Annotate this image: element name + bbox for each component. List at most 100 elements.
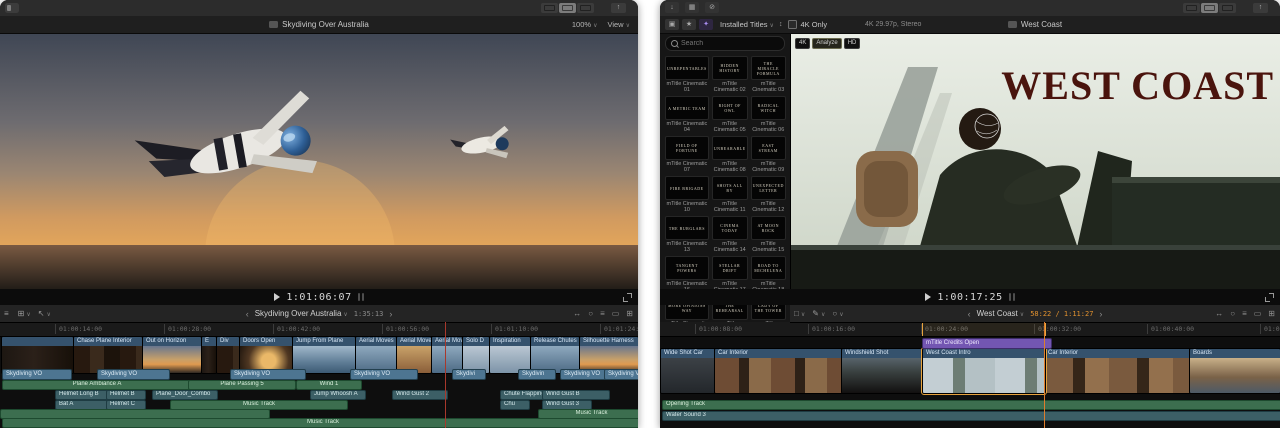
title-preset-cell[interactable]: TANGENT POWERS mTitle Cinematic 16	[665, 256, 709, 293]
next-project-button[interactable]: ›	[389, 309, 392, 319]
title-preset-thumbnail: UNREPENTABLES	[665, 56, 709, 80]
timeline-option-icon[interactable]: ⊞	[626, 309, 633, 318]
fullscreen-icon[interactable]	[1265, 293, 1274, 302]
layout-browser-button[interactable]	[541, 3, 558, 13]
viewer-timecode: 1:00:17:25	[937, 292, 1002, 303]
layout-viewer-button[interactable]	[1201, 3, 1218, 13]
viewer-timecode: 1:01:06:07	[286, 292, 351, 303]
audio-clip[interactable]: Opening Track	[662, 400, 1280, 410]
audio-clip[interactable]: Wind Gust 2	[392, 390, 448, 400]
title-preset-cell[interactable]: FIRE BRIGADE mTitle Cinematic 10	[665, 176, 709, 213]
title-preset-cell[interactable]: THE MIRACLE FORMULA mTitle Cinematic 03	[751, 56, 786, 93]
title-preset-cell[interactable]: THE BURGLARS mTitle Cinematic 13	[665, 216, 709, 253]
layout-inspector-button[interactable]	[1219, 3, 1236, 13]
layout-inspector-button[interactable]	[577, 3, 594, 13]
right-transport-bar: 1:00:17:25	[660, 289, 1280, 305]
audio-clip[interactable]: Water Sound 3	[662, 411, 1280, 421]
right-timeline-toolbar: □∨✎∨○∨ ‹ West Coast∨ 58:22 / 1:11:27 › ↔…	[790, 305, 1280, 323]
timeline-option-icon[interactable]: ↔	[1215, 309, 1223, 318]
right-header-row: ▣ ★ ✦ Installed Titles∨ ↕ 4K Only 4K 29.…	[660, 16, 1280, 34]
title-preset-thumbnail: EAST STREAM	[751, 136, 786, 160]
title-preset-cell[interactable]: HIDDEN HISTORY mTitle Cinematic 02	[712, 56, 748, 93]
titles-sidebar: UNREPENTABLES mTitle Cinematic 01 HIDDEN…	[660, 33, 791, 322]
audio-clip[interactable]: Chu	[500, 400, 530, 410]
timeline-option-icon[interactable]: ▭	[612, 309, 620, 318]
prev-project-button[interactable]: ‹	[968, 309, 971, 319]
audio-clip[interactable]: Wind 1	[296, 380, 362, 390]
audio-clip[interactable]: Plane_Door_Combo	[152, 390, 218, 400]
title-preset-cell[interactable]: FIELD OF FORTUNE mTitle Cinematic 07	[665, 136, 709, 173]
audio-clip[interactable]: Helmet B	[106, 390, 146, 400]
title-preset-thumbnail: ROAD TO MICHELENA	[751, 256, 786, 280]
timeline-option-icon[interactable]: ○	[588, 309, 593, 318]
timeline-option-icon[interactable]: ↔	[573, 309, 581, 318]
title-preset-caption: mTitle Cinematic 11	[712, 201, 748, 213]
next-project-button[interactable]: ›	[1099, 309, 1102, 319]
audio-clip[interactable]: Chute Flapping 1	[500, 390, 548, 400]
title-preset-caption: mTitle Cinematic 06	[751, 121, 786, 133]
project-name-dropdown[interactable]: Skydiving Over Australia∨	[255, 309, 348, 318]
playhead[interactable]	[445, 322, 446, 428]
title-preset-thumbnail: HIDDEN HISTORY	[712, 56, 748, 80]
title-preset-cell[interactable]: UNEXPECTED LETTER mTitle Cinematic 12	[751, 176, 786, 213]
title-preset-cell[interactable]: RADICAL WITCH mTitle Cinematic 06	[751, 96, 786, 133]
sort-icon[interactable]: ↕	[779, 21, 783, 28]
effects-browser-icon[interactable]: ★	[682, 19, 696, 30]
title-preset-cell[interactable]: A METRIC TEAM mTitle Cinematic 04	[665, 96, 709, 133]
timeline-option-icon[interactable]: ⊞	[1268, 309, 1275, 318]
audio-clip[interactable]: Plane Passing 5	[188, 380, 296, 390]
audio-clip[interactable]: Wind Gust B	[542, 390, 610, 400]
timeline-option-icon[interactable]: ▭	[1254, 309, 1262, 318]
viewer-zoom-dropdown[interactable]: 100%∨	[572, 20, 598, 29]
project-name-dropdown[interactable]: West Coast∨	[977, 309, 1025, 318]
title-preset-cell[interactable]: AT MOON ROCK mTitle Cinematic 15	[751, 216, 786, 253]
fullscreen-icon[interactable]	[623, 293, 632, 302]
title-preset-caption: mTitle Cinematic 10	[665, 201, 709, 213]
audio-clip[interactable]: Helmet Long B	[55, 390, 111, 400]
titles-category-dropdown[interactable]: Installed Titles∨	[720, 20, 774, 29]
audio-clip[interactable]: Plane Ambiance A	[2, 380, 192, 390]
title-preset-cell[interactable]: EAST STREAM mTitle Cinematic 09	[751, 136, 786, 173]
titles-browser-icon[interactable]: ✦	[699, 19, 713, 30]
audio-clip[interactable]: Music Track	[2, 418, 638, 428]
timeline-option-icon[interactable]: ≡	[600, 309, 605, 318]
title-preset-cell[interactable]: UNREPENTABLES mTitle Cinematic 01	[665, 56, 709, 93]
title-preset-caption: mTitle Cinematic 19	[665, 321, 709, 322]
title-preset-thumbnail: UNEXPECTED LETTER	[751, 176, 786, 200]
layout-browser-button[interactable]	[1183, 3, 1200, 13]
title-preset-cell[interactable]: ROAD TO MICHELENA mTitle Cinematic 18	[751, 256, 786, 293]
title-preset-thumbnail: STELLAR DRIFT	[712, 256, 748, 280]
audio-clip[interactable]: Jump Whoosh A	[310, 390, 366, 400]
titlebar-tool-icon[interactable]: ⊘	[705, 2, 719, 13]
viewer-view-dropdown[interactable]: View∨	[607, 20, 630, 29]
audio-meters-icon[interactable]	[1009, 293, 1015, 301]
play-icon[interactable]	[274, 293, 280, 301]
timeline-option-icon[interactable]: ≡	[1242, 309, 1247, 318]
title-preset-thumbnail: A METRIC TEAM	[665, 96, 709, 120]
title-preset-cell[interactable]: CINEMA TODAY mTitle Cinematic 14	[712, 216, 748, 253]
media-browser-icon[interactable]: ▣	[665, 19, 679, 30]
titlebar-tool-icon[interactable]: ▦	[685, 2, 699, 13]
audio-meters-icon[interactable]	[358, 293, 364, 301]
share-icon[interactable]: ↑	[1253, 3, 1268, 13]
search-field[interactable]	[665, 36, 785, 51]
title-preset-cell[interactable]: RIGHT OF OWL mTitle Cinematic 05	[712, 96, 748, 133]
prev-project-button[interactable]: ‹	[246, 309, 249, 319]
timeline-option-icon[interactable]: ○	[1230, 309, 1235, 318]
layout-segmented-control	[541, 3, 594, 13]
sidebar-toggle-icon[interactable]	[5, 3, 19, 13]
title-preset-cell[interactable]: SHOTS ALL BY mTitle Cinematic 11	[712, 176, 748, 213]
playhead[interactable]	[1044, 322, 1045, 428]
share-icon[interactable]: ↑	[611, 3, 626, 13]
title-preset-cell[interactable]: UNBEARABLE mTitle Cinematic 08	[712, 136, 748, 173]
title-preset-thumbnail: FIRE BRIGADE	[665, 176, 709, 200]
title-preset-caption: mTitle Cinematic 04	[665, 121, 709, 133]
clip-icon	[269, 21, 278, 28]
layout-viewer-button[interactable]	[559, 3, 576, 13]
title-preset-cell[interactable]: STELLAR DRIFT mTitle Cinematic 17	[712, 256, 748, 293]
play-icon[interactable]	[925, 293, 931, 301]
titlebar-tool-icon[interactable]: ↓	[665, 2, 679, 13]
title-preset-thumbnail: SHOTS ALL BY	[712, 176, 748, 200]
fcp-window-skydiving: ↑ Skydiving Over Australia 100%∨ View∨	[0, 0, 638, 428]
search-input[interactable]	[681, 40, 779, 47]
